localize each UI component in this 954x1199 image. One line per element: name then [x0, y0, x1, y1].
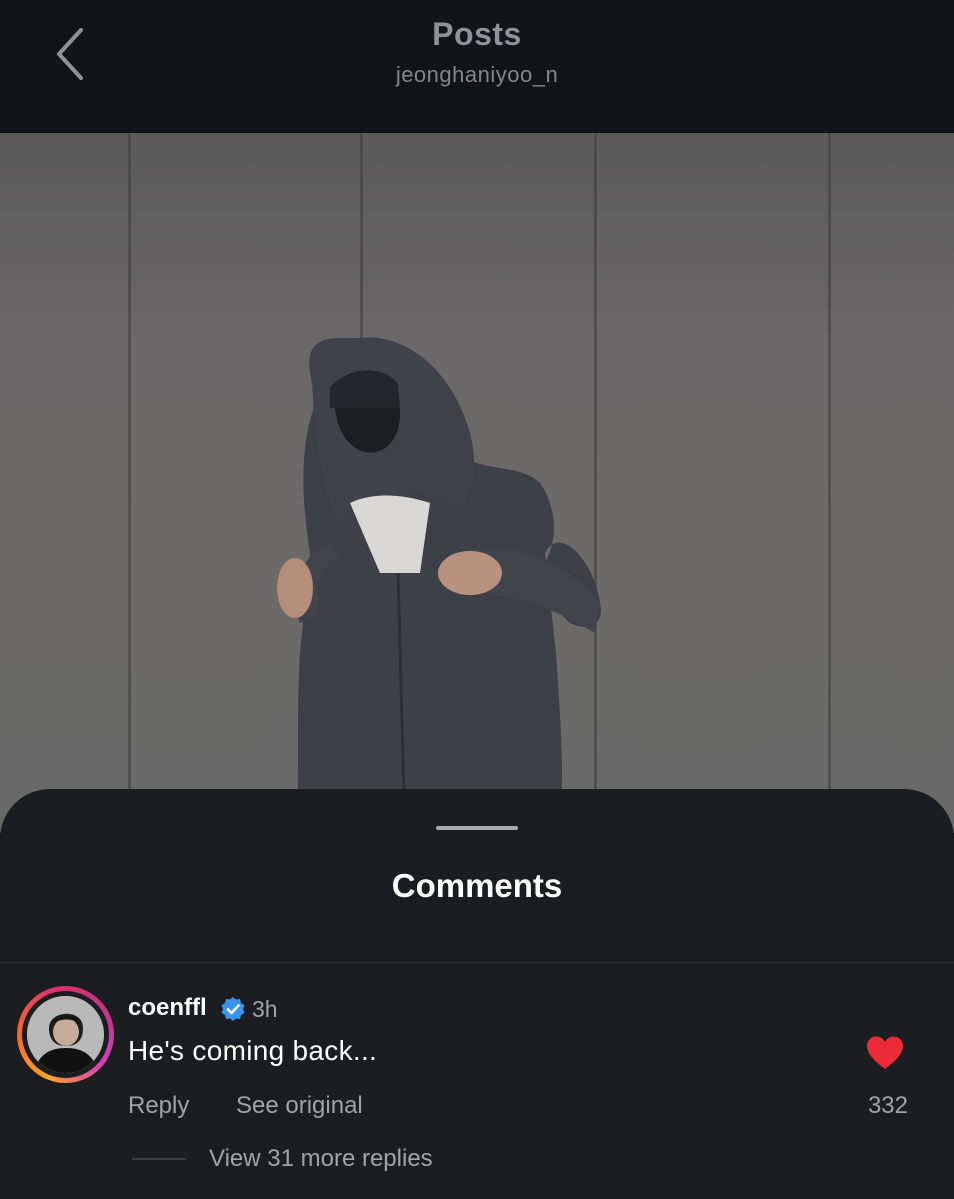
post-author-username[interactable]: jeonghaniyoo_n — [0, 62, 954, 88]
avatar — [27, 996, 104, 1073]
view-replies-button[interactable]: View 31 more replies — [209, 1145, 433, 1173]
post-video[interactable] — [0, 133, 954, 833]
like-button[interactable] — [864, 1033, 906, 1073]
comment-text: He's coming back... — [128, 1035, 378, 1066]
verified-badge-icon — [221, 997, 245, 1021]
dancer-figure — [277, 337, 601, 833]
divider — [0, 962, 954, 963]
avatar-story-ring[interactable] — [17, 986, 114, 1083]
top-nav-bar: Posts jeonghaniyoo_n — [0, 0, 954, 133]
heart-icon — [867, 1036, 903, 1069]
replies-divider — [132, 1158, 186, 1160]
like-count: 332 — [867, 1092, 908, 1119]
comment-timestamp: 3h — [252, 996, 278, 1022]
comments-title: Comments — [391, 867, 563, 904]
app-screen: Posts jeonghaniyoo_n Comments coenffl 3h… — [0, 0, 954, 1199]
page-title: Posts — [432, 16, 522, 52]
sheet-drag-handle[interactable] — [436, 826, 518, 830]
comments-sheet: Comments coenffl 3h He's coming back... … — [0, 789, 954, 1199]
person-avatar-icon — [27, 996, 104, 1073]
comment-username[interactable]: coenffl — [128, 994, 207, 1022]
avatar-gap — [22, 991, 109, 1078]
